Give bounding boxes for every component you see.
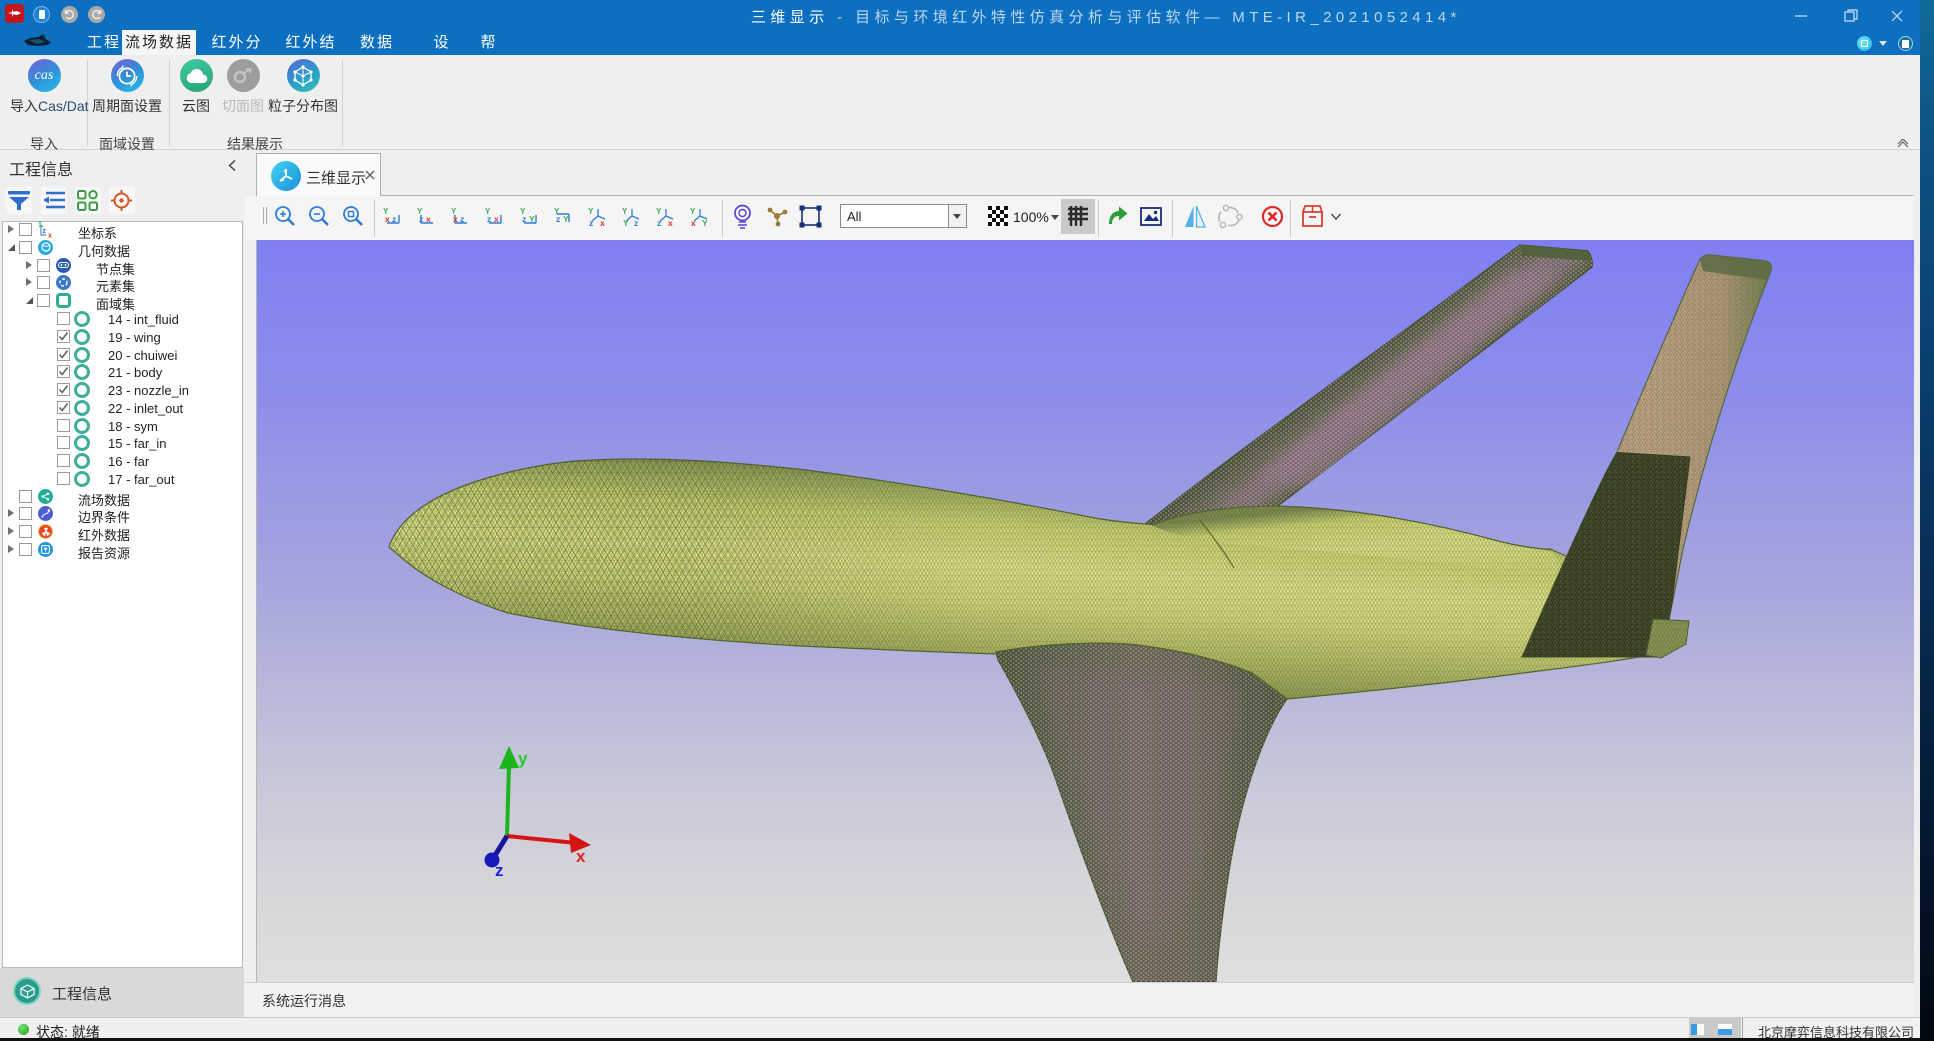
svg-text:x: x bbox=[668, 218, 673, 227]
svg-text:x: x bbox=[453, 214, 458, 224]
svg-text:z: z bbox=[495, 861, 504, 880]
svg-text:x: x bbox=[494, 214, 499, 224]
svg-text:z: z bbox=[392, 214, 396, 224]
svg-text:x: x bbox=[48, 233, 52, 239]
svg-text:z: z bbox=[657, 218, 661, 227]
svg-text:x: x bbox=[691, 218, 696, 227]
svg-text:z: z bbox=[556, 214, 560, 224]
svg-text:z: z bbox=[419, 214, 423, 224]
svg-text:z: z bbox=[522, 214, 526, 224]
svg-text:z: z bbox=[634, 218, 638, 227]
svg-text:Y: Y bbox=[702, 218, 708, 227]
svg-text:z: z bbox=[460, 214, 464, 224]
svg-text:Y: Y bbox=[623, 218, 629, 227]
svg-text:Y: Y bbox=[588, 207, 594, 216]
svg-text:Y: Y bbox=[622, 207, 628, 216]
svg-text:x: x bbox=[600, 218, 605, 227]
svg-text:Y: Y bbox=[529, 214, 535, 224]
svg-text:x: x bbox=[385, 214, 390, 224]
svg-text:z: z bbox=[43, 228, 47, 235]
svg-text:Y: Y bbox=[563, 214, 569, 224]
svg-text:Y: Y bbox=[38, 222, 42, 228]
svg-text:y: y bbox=[518, 749, 528, 768]
svg-text:x: x bbox=[576, 847, 586, 866]
svg-text:z: z bbox=[487, 214, 491, 224]
svg-text:Y: Y bbox=[690, 207, 696, 216]
svg-text:Y: Y bbox=[656, 207, 662, 216]
svg-text:z: z bbox=[589, 218, 593, 227]
svg-text:x: x bbox=[426, 214, 431, 224]
